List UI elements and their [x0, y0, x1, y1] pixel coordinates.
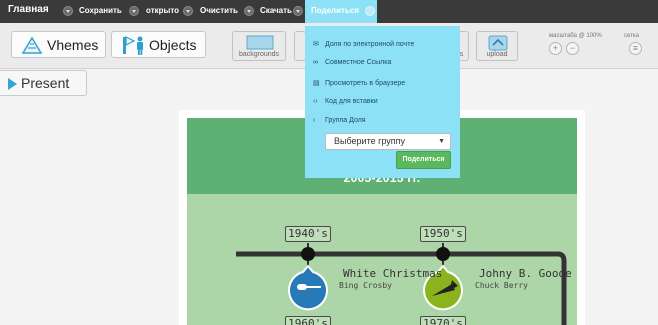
song-title-white-christmas[interactable]: White Christmas	[343, 267, 442, 280]
share-group-label: Группа Доля	[325, 117, 366, 124]
share-embed-item[interactable]: ‹› Код для вставки	[313, 98, 378, 105]
share-link-item[interactable]: ∞ Совместное Ссылка	[313, 59, 391, 66]
share-browser-item[interactable]: ▤ Просмотреть в браузере	[313, 79, 405, 87]
timeline-node[interactable]	[436, 247, 450, 261]
decade-label-1960s[interactable]: 1960's	[285, 316, 331, 325]
microphone-badge-icon[interactable]	[288, 264, 328, 311]
envelope-icon: ✉	[313, 41, 319, 48]
share-icon: ‹	[313, 117, 316, 124]
browser-icon: ▤	[313, 80, 320, 87]
group-select-value: Выберите группу	[334, 136, 406, 146]
share-embed-label: Код для вставки	[325, 98, 378, 105]
artist-bing-crosby[interactable]: Bing Crosby	[339, 281, 392, 290]
share-browser-label: Просмотреть в браузере	[325, 80, 406, 87]
decade-label-1970s[interactable]: 1970's	[420, 316, 466, 325]
share-email-item[interactable]: ✉ Доля по электронной почте	[313, 40, 414, 48]
decade-label-1940s[interactable]: 1940's	[285, 226, 331, 242]
share-email-label: Доля по электронной почте	[325, 41, 415, 48]
artist-chuck-berry[interactable]: Chuck Berry	[475, 281, 528, 290]
share-submit-button[interactable]: Поделиться	[396, 151, 451, 169]
chevron-down-icon: ▼	[438, 138, 445, 145]
group-select[interactable]: Выберите группу ▼	[325, 133, 451, 150]
share-link-label: Совместное Ссылка	[325, 59, 392, 66]
share-group-item[interactable]: ‹ Группа Доля	[313, 117, 366, 124]
decade-label-1950s[interactable]: 1950's	[420, 226, 466, 242]
song-title-johny-b-goode[interactable]: Johny B. Goode	[479, 267, 572, 280]
timeline-node[interactable]	[301, 247, 315, 261]
link-icon: ∞	[313, 59, 318, 66]
code-icon: ‹›	[313, 98, 318, 105]
